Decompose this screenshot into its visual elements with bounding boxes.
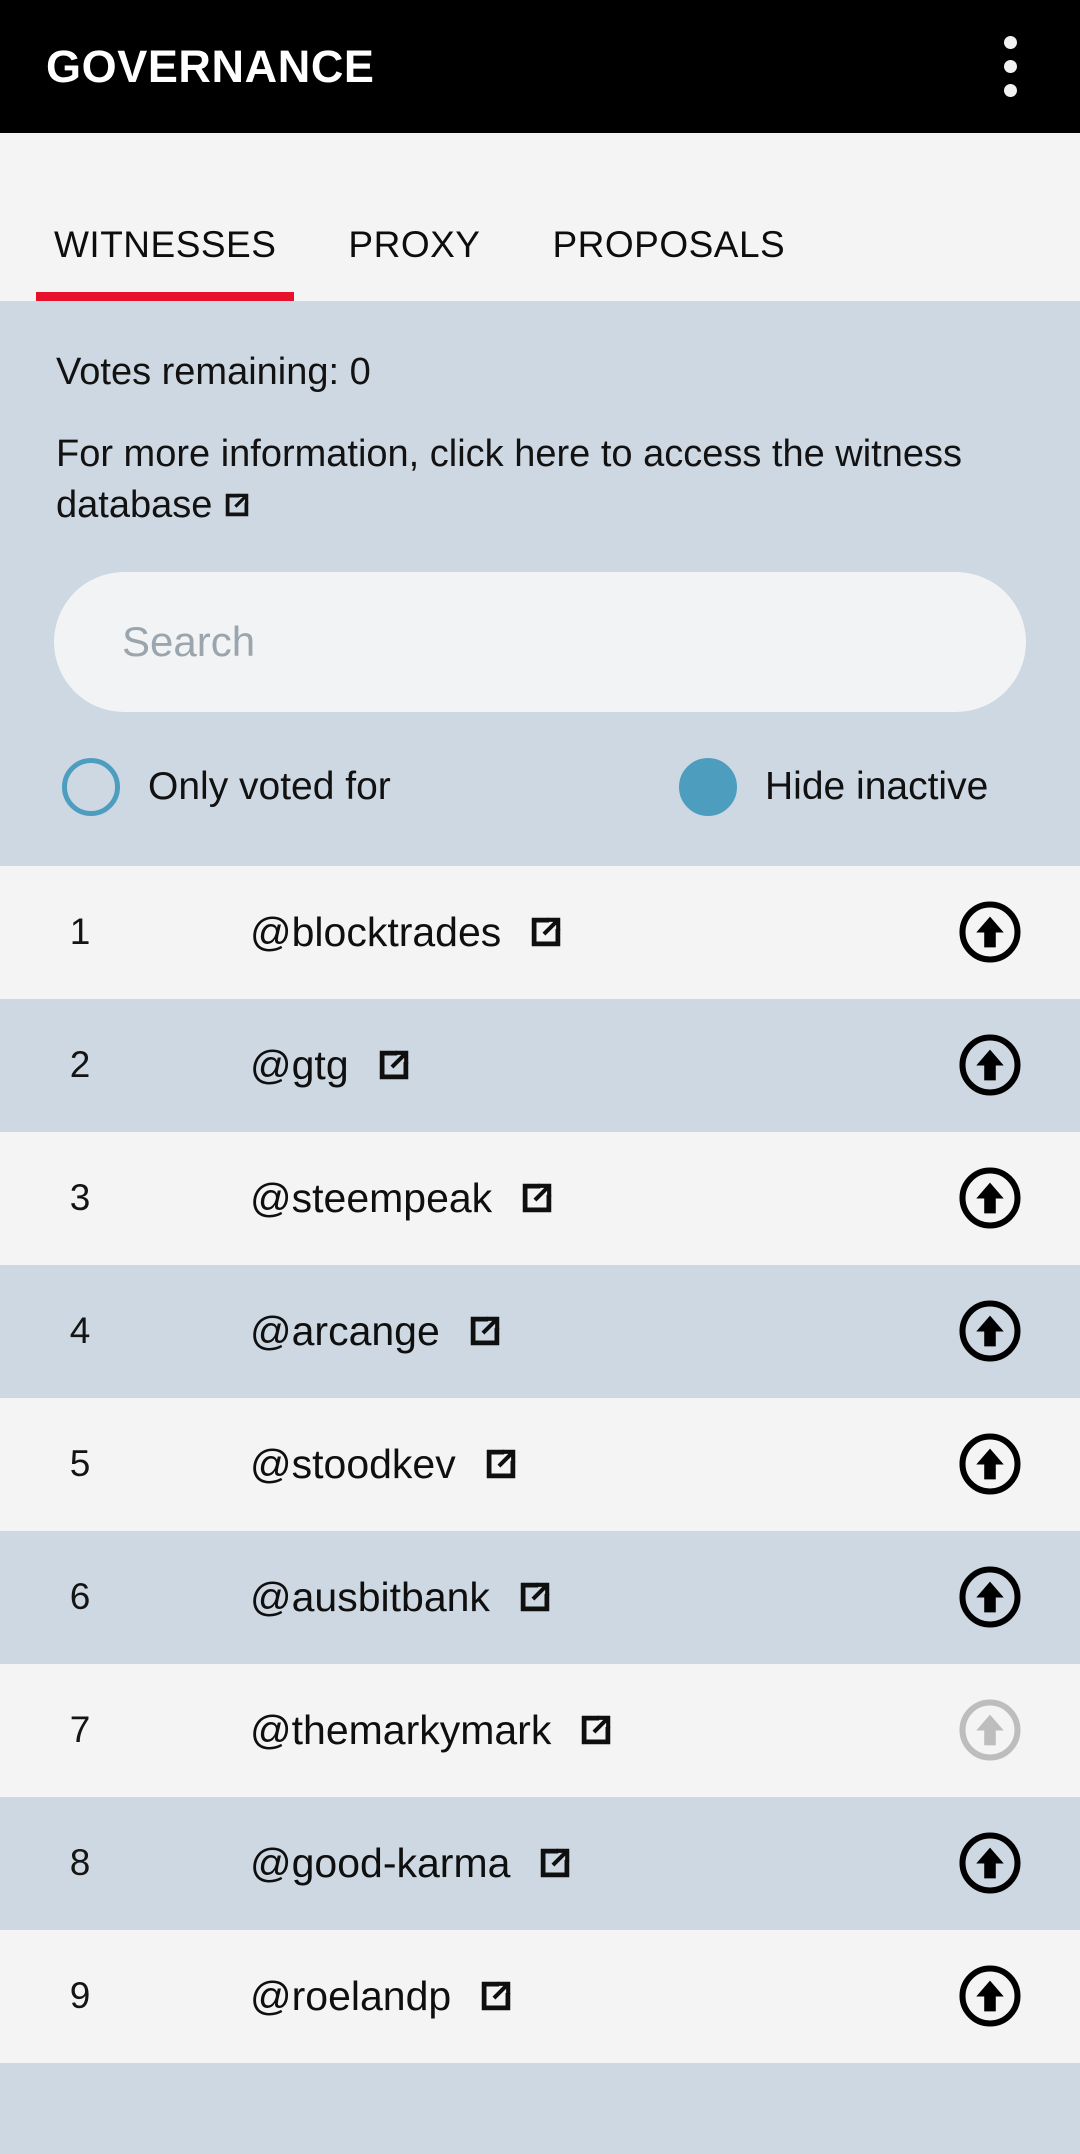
witness-name[interactable]: @gtg [250,1044,349,1086]
witness-database-info: For more information, click here to acce… [56,429,1024,532]
table-row[interactable]: 1 @blocktrades [0,865,1080,999]
external-link-icon[interactable] [536,1844,574,1882]
table-row[interactable]: 4 @arcange [0,1264,1080,1398]
witness-name-cell: @arcange [160,1310,900,1352]
filter-only-voted-for[interactable]: Only voted for [54,757,679,816]
tab-proxy[interactable]: PROXY [312,226,516,301]
witness-rank: 5 [69,1443,91,1485]
witness-name[interactable]: @roelandp [250,1975,451,2017]
radio-checked-icon[interactable] [679,757,737,816]
witness-name[interactable]: @ausbitbank [250,1576,490,1618]
external-link-icon[interactable] [466,1312,504,1350]
votes-remaining: Votes remaining: 0 [56,351,371,393]
menu-dot [1003,84,1017,97]
table-row[interactable]: 6 @ausbitbank [0,1530,1080,1664]
table-row[interactable]: 5 @stoodkev [0,1397,1080,1531]
witness-rank: 9 [69,1975,91,2017]
witness-name[interactable]: @blocktrades [250,911,501,953]
info-panel: Votes remaining: 0 For more information,… [0,301,1080,532]
tab-witnesses[interactable]: WITNESSES [18,226,312,301]
witness-rank: 1 [69,911,91,953]
witness-name-cell: @roelandp [160,1975,900,2017]
search-input[interactable] [54,571,1026,712]
witness-name-cell: @good-karma [160,1842,900,1884]
vote-up-button[interactable] [900,1032,1080,1098]
external-link-icon[interactable] [516,1578,554,1616]
external-link-icon[interactable] [375,1046,413,1084]
vote-up-button[interactable] [900,1564,1080,1630]
filter-only-voted-for-label: Only voted for [148,765,391,809]
governance-screen: GOVERNANCE WITNESSES PROXY PROPOSALS Vot… [0,0,1080,2154]
vote-up-button[interactable] [900,1830,1080,1896]
witness-name-cell: @blocktrades [160,911,900,953]
external-link-icon[interactable] [518,1179,556,1217]
witness-name[interactable]: @arcange [250,1310,440,1352]
witness-name-cell: @steempeak [160,1177,900,1219]
filter-toggles: Only voted for Hide inactive [0,711,1080,866]
table-row[interactable]: 8 @good-karma [0,1796,1080,1930]
witness-rank: 6 [69,1576,91,1618]
radio-unchecked-icon[interactable] [62,757,120,816]
tab-proposals[interactable]: PROPOSALS [516,226,821,301]
table-row[interactable]: 9 @roelandp [0,1929,1080,2063]
vote-up-button[interactable] [900,899,1080,965]
witness-name[interactable]: @themarkymark [250,1709,551,1751]
witness-name[interactable]: @good-karma [250,1842,510,1884]
external-link-icon[interactable] [482,1445,520,1483]
witness-rank: 2 [69,1044,91,1086]
vote-up-button[interactable] [900,1165,1080,1231]
witness-rank: 8 [69,1842,91,1884]
overflow-menu-icon[interactable] [978,22,1042,112]
witness-name-cell: @gtg [160,1044,900,1086]
external-link-icon[interactable] [527,913,565,951]
vote-up-button-disabled [900,1697,1080,1763]
witness-database-link[interactable]: For more information, click here to acce… [56,433,962,526]
witness-list[interactable]: 1 @blocktrades 2 @gtg 3 @steempeak 4 @arcange 5 @… [0,865,1080,2154]
table-row[interactable]: 2 @gtg [0,998,1080,1132]
tab-bar: WITNESSES PROXY PROPOSALS [0,133,1080,301]
tab-witnesses-label: WITNESSES [54,224,277,265]
witness-name[interactable]: @stoodkev [250,1443,456,1485]
witness-name[interactable]: @steempeak [250,1177,492,1219]
witness-rank: 4 [69,1310,91,1352]
tab-proposals-label: PROPOSALS [552,224,786,265]
vote-up-button[interactable] [900,1298,1080,1364]
witness-name-cell: @stoodkev [160,1443,900,1485]
menu-dot [1003,36,1017,49]
vote-up-button[interactable] [900,1431,1080,1497]
page-title: GOVERNANCE [46,41,375,92]
external-link-icon[interactable] [577,1711,615,1749]
witness-name-cell: @themarkymark [160,1709,900,1751]
tab-proxy-label: PROXY [348,224,481,265]
external-link-icon[interactable] [477,1977,515,2015]
witness-rank: 3 [69,1177,91,1219]
filter-hide-inactive-label: Hide inactive [765,765,989,809]
app-bar: GOVERNANCE [0,0,1080,133]
filter-hide-inactive[interactable]: Hide inactive [679,757,989,816]
table-row[interactable]: 3 @steempeak [0,1131,1080,1265]
search-container [0,531,1080,712]
vote-up-button[interactable] [900,1963,1080,2029]
external-link-icon[interactable] [222,490,252,520]
menu-dot [1003,60,1017,73]
witness-name-cell: @ausbitbank [160,1576,900,1618]
witness-rank: 7 [69,1709,91,1751]
table-row[interactable]: 7 @themarkymark [0,1663,1080,1797]
